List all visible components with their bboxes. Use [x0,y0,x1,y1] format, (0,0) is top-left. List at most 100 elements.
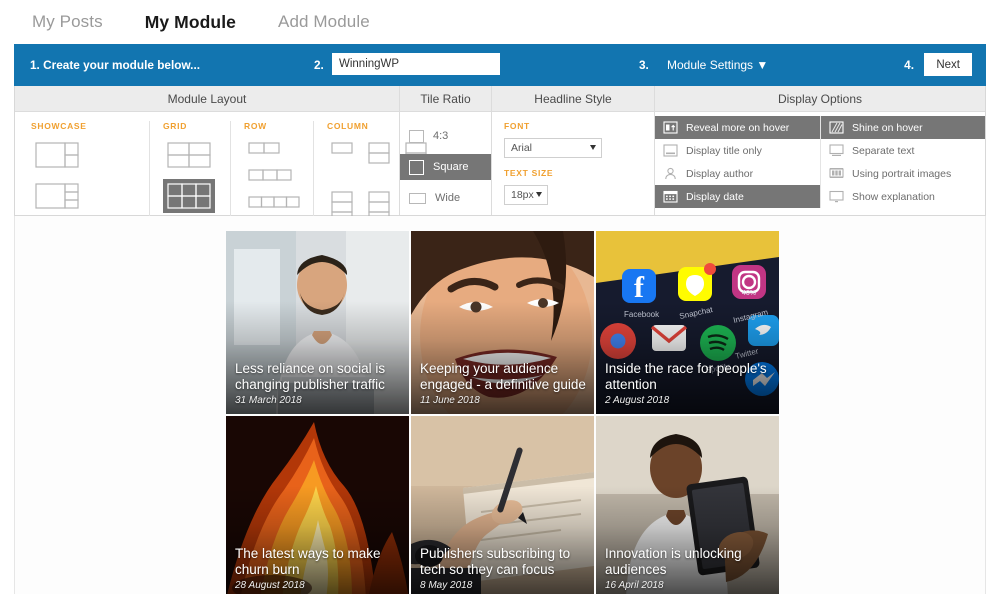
settings-panel: Module Layout SHOWCASE GRID ROW COLUMN T… [14,86,986,295]
display-options-left-column: Reveal more on hover Display title only … [655,116,820,208]
layout-icon-column-2[interactable] [364,138,394,169]
preview-tile-grid: Less reliance on social is changing publ… [226,231,779,594]
top-tab-bar: My Posts My Module Add Module [0,0,1000,44]
layout-icon-row-4[interactable] [244,192,304,212]
tile-ratio-label: Wide [435,192,461,204]
tile-ratio-option-square[interactable]: Square [400,154,491,180]
tile-ratio-section: Tile Ratio 4:3 Square Wide [399,86,491,215]
title-bar-icon [663,144,678,157]
tab-my-module[interactable]: My Module [145,12,236,33]
layout-icon-grid-3x2[interactable] [163,179,215,213]
ratio-box-icon [409,192,426,204]
tile-date: 16 April 2018 [605,580,664,591]
display-option-label: Display title only [686,144,762,157]
layout-icon-row-3[interactable] [244,165,296,185]
display-option-label: Display date [686,190,744,203]
font-select[interactable]: Arial [504,138,602,158]
reveal-panel-icon [663,121,678,134]
display-options-right-column: Shine on hover Separate text Using portr… [820,116,985,208]
display-option-show-explanation[interactable]: Show explanation [821,185,985,208]
module-layout-section: Module Layout SHOWCASE GRID ROW COLUMN [15,86,427,295]
display-option-reveal-more-on-hover[interactable]: Reveal more on hover [655,116,820,139]
display-option-display-author[interactable]: Display author [655,162,820,185]
showcase-group-label: SHOWCASE [31,121,87,131]
step-2-number: 2. [314,58,324,72]
tile-title: Innovation is unlocking audiences [605,546,742,577]
text-size-select[interactable]: 18px [504,185,548,205]
font-label: FONT [504,121,530,131]
display-option-separate-text[interactable]: Separate text [821,139,985,162]
tile-ratio-label: 4:3 [433,130,449,142]
screen-icon [829,190,844,203]
chevron-down-icon [536,192,542,197]
tile-caption: Less reliance on social is changing publ… [235,361,401,406]
display-option-label: Show explanation [852,190,935,203]
tile-caption: Keeping your audience engaged - a defini… [420,361,586,406]
module-layout-header: Module Layout [15,86,399,112]
font-value: Arial [511,142,533,154]
ratio-box-icon [409,129,424,143]
tile-date: 2 August 2018 [605,395,670,406]
tile-date: 28 August 2018 [235,580,305,591]
svg-text:40%: 40% [742,290,756,297]
tile-title: Publishers subscribing to tech so they c… [420,546,571,577]
preview-tile[interactable]: Less reliance on social is changing publ… [226,231,409,414]
display-option-label: Using portrait images [852,167,952,180]
shine-icon [829,121,844,134]
step-1-number: 1. [30,58,40,72]
tile-caption: Publishers subscribing to tech so they c… [420,546,586,591]
text-size-label: TEXT SIZE [504,168,554,178]
layout-icon-grid-2x2[interactable] [163,138,215,172]
display-options-header: Display Options [655,86,985,112]
display-option-label: Shine on hover [852,121,923,134]
preview-tile[interactable]: f Facebook [596,231,779,414]
tile-ratio-option-43[interactable]: 4:3 [400,123,491,149]
monitor-icon [829,144,844,157]
next-button[interactable]: Next [924,53,972,76]
layout-icon-column-1[interactable] [327,138,357,158]
display-option-display-date[interactable]: Display date [655,185,820,208]
tile-date: 11 June 2018 [420,395,480,406]
tile-title: The latest ways to make churn burn [235,546,381,577]
module-name-input[interactable] [332,53,500,75]
action-bar: 1. Create your module below... 2. 3. Mod… [14,44,986,86]
preview-tile[interactable]: Keeping your audience engaged - a defini… [411,231,594,414]
headline-style-section: Headline Style FONT Arial TEXT SIZE 18px [491,86,654,215]
module-settings-dropdown[interactable]: Module Settings ▼ [667,58,768,72]
preview-tile[interactable]: Innovation is unlocking audiences 16 Apr… [596,416,779,594]
module-preview-area: Less reliance on social is changing publ… [14,216,986,594]
display-option-display-title-only[interactable]: Display title only [655,139,820,162]
tile-title: Keeping your audience engaged - a defini… [420,361,586,392]
headline-style-header: Headline Style [492,86,654,112]
tab-my-posts[interactable]: My Posts [32,12,103,32]
tile-ratio-header: Tile Ratio [400,86,491,112]
tile-date: 8 May 2018 [420,580,473,591]
person-icon [663,167,678,180]
tile-caption: Inside the race for people's attention 2… [605,361,771,406]
display-option-label: Separate text [852,144,915,157]
row-group-label: ROW [244,121,267,131]
preview-tile[interactable]: Publishers subscribing to tech so they c… [411,416,594,594]
display-option-label: Display author [686,167,754,180]
chevron-down-icon [590,145,596,150]
display-options-section: Display Options Reveal more on hover Dis… [654,86,985,215]
tile-ratio-option-wide[interactable]: Wide [400,185,491,211]
display-option-shine-on-hover[interactable]: Shine on hover [821,116,985,139]
svg-text:f: f [634,271,645,304]
step-3-number: 3. [639,58,649,72]
tab-add-module[interactable]: Add Module [278,12,370,32]
grid-group-label: GRID [163,121,188,131]
tile-ratio-label: Square [433,161,469,173]
display-option-label: Reveal more on hover [686,121,790,134]
layout-icon-showcase-2[interactable] [31,179,83,213]
step-1-label: 1. Create your module below... [30,58,200,72]
tile-title: Less reliance on social is changing publ… [235,361,386,392]
filmstrip-icon [829,167,844,180]
step-1-text: Create your module below... [43,58,201,72]
calendar-icon [663,190,678,203]
layout-icon-row-2[interactable] [244,138,284,158]
preview-tile[interactable]: The latest ways to make churn burn 28 Au… [226,416,409,594]
layout-icon-showcase-1[interactable] [31,138,83,172]
ratio-box-icon [409,159,424,175]
display-option-using-portrait-images[interactable]: Using portrait images [821,162,985,185]
